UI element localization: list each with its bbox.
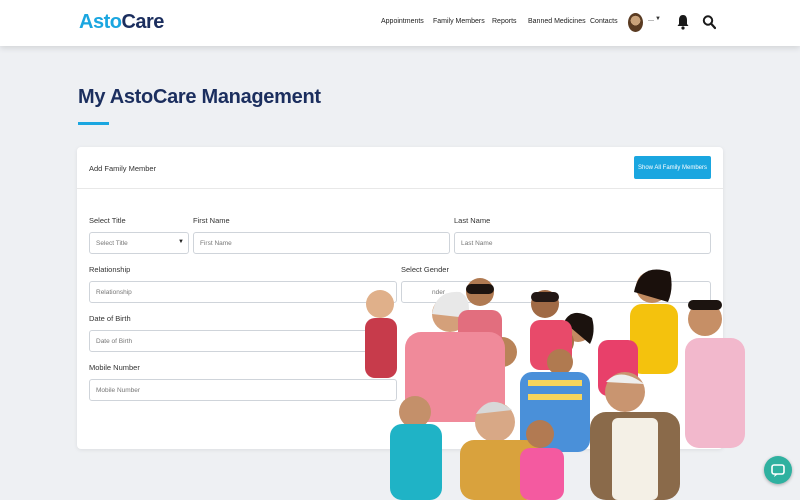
last-name-label: Last Name (454, 216, 491, 225)
last-name-placeholder: Last Name (461, 239, 493, 247)
chevron-down-icon[interactable]: ▼ (655, 16, 661, 22)
nav-banned-medicines[interactable]: Banned Medicines (528, 18, 586, 25)
user-avatar[interactable] (628, 13, 643, 32)
page-title: My AstoCare Management (78, 86, 321, 108)
first-name-field[interactable]: First Name (193, 232, 450, 254)
card-title: Add Family Member (89, 164, 157, 173)
nav-family-members[interactable]: Family Members (433, 18, 485, 25)
select-title-label: Select Title (89, 216, 126, 225)
first-name-label: First Name (193, 216, 230, 225)
nav-reports[interactable]: Reports (492, 18, 517, 25)
nav-appointments[interactable]: Appointments (381, 18, 424, 25)
bell-icon[interactable] (676, 14, 690, 30)
dob-placeholder: Date of Birth (96, 337, 133, 345)
chat-icon (771, 464, 785, 477)
chat-button[interactable] (764, 456, 792, 484)
relationship-value: Relationship (96, 288, 132, 296)
astocare-logo[interactable]: AstoCare (79, 11, 164, 34)
chevron-down-icon: ▼ (178, 239, 184, 245)
search-icon[interactable] (702, 14, 716, 30)
title-underline (78, 122, 109, 125)
show-all-family-members-button[interactable]: Show All Family Members (634, 156, 711, 179)
family-group-photo (365, 269, 745, 500)
mobile-number-label: Mobile Number (89, 363, 140, 372)
last-name-field[interactable]: Last Name (454, 232, 711, 254)
user-name-placeholder (648, 20, 654, 21)
top-navigation-bar: AstoCare Appointments Family Members Rep… (0, 0, 800, 46)
nav-contacts[interactable]: Contacts (590, 18, 618, 25)
select-title-dropdown[interactable]: Select Title ▼ (89, 232, 189, 254)
dob-label: Date of Birth (89, 314, 131, 323)
logo-asto: Asto (79, 11, 122, 33)
relationship-label: Relationship (89, 265, 131, 274)
select-title-value: Select Title (96, 239, 128, 247)
card-header: Add Family Member Show All Family Member… (77, 147, 723, 189)
logo-care: Care (121, 11, 164, 33)
mobile-number-placeholder: Mobile Number (96, 386, 141, 394)
first-name-placeholder: First Name (200, 239, 232, 247)
